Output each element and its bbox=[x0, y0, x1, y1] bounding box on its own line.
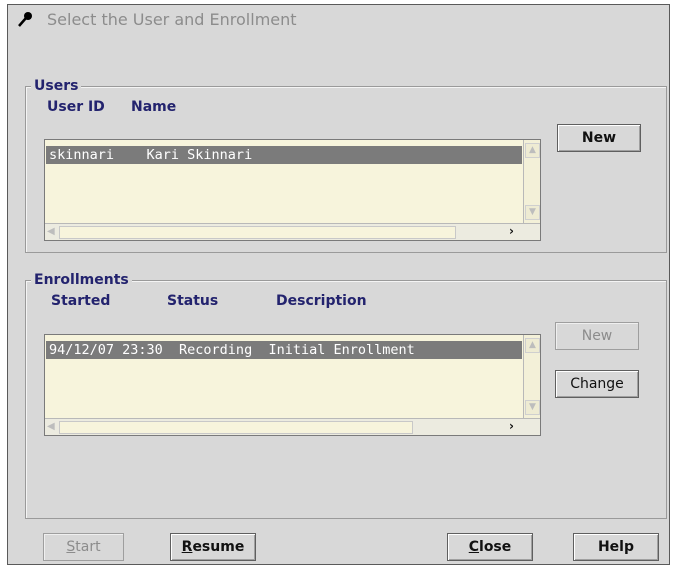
users-group: Users User ID Name skinnari Kari Skinnar… bbox=[25, 78, 667, 253]
window-title: Select the User and Enrollment bbox=[47, 10, 297, 29]
enrollments-scroll-thumb[interactable] bbox=[59, 421, 413, 434]
enrollments-horizontal-scrollbar[interactable]: ◀ › bbox=[45, 418, 540, 435]
users-scroll-thumb[interactable] bbox=[59, 226, 456, 239]
enrollments-listbox[interactable]: 94/12/07 23:30 Recording Initial Enrollm… bbox=[44, 334, 541, 436]
enrollments-legend: Enrollments bbox=[31, 272, 132, 288]
column-header-status: Status bbox=[167, 293, 219, 309]
enrollments-new-button[interactable]: New bbox=[555, 322, 639, 350]
dialog-window: Select the User and Enrollment Users Use… bbox=[7, 4, 670, 565]
arrow-left-icon[interactable]: ◀ bbox=[47, 225, 57, 238]
arrow-up-icon[interactable]: ▲ bbox=[525, 143, 540, 158]
help-button[interactable]: Help bbox=[573, 533, 659, 561]
enrollments-vertical-scrollbar[interactable]: ▲ ▼ bbox=[523, 335, 540, 418]
start-label: tart bbox=[75, 539, 101, 555]
column-header-description: Description bbox=[276, 293, 367, 309]
resume-mnemonic: R bbox=[181, 539, 193, 555]
arrow-down-icon[interactable]: ▼ bbox=[525, 400, 540, 415]
column-header-name: Name bbox=[131, 99, 177, 115]
users-horizontal-scrollbar[interactable]: ◀ › bbox=[45, 223, 540, 240]
start-mnemonic: S bbox=[66, 539, 76, 555]
arrow-up-icon[interactable]: ▲ bbox=[525, 338, 540, 353]
microphone-icon bbox=[18, 12, 32, 27]
resume-button[interactable]: Resume bbox=[170, 533, 256, 561]
resume-label: esume bbox=[192, 539, 245, 555]
enrollments-group: Enrollments Started Status Description 9… bbox=[25, 272, 667, 519]
close-button[interactable]: Close bbox=[447, 533, 533, 561]
arrow-left-icon[interactable]: ◀ bbox=[47, 420, 57, 433]
users-new-button[interactable]: New bbox=[557, 124, 641, 152]
users-legend: Users bbox=[31, 78, 82, 94]
close-label: lose bbox=[479, 539, 512, 555]
enrollments-list-item[interactable]: 94/12/07 23:30 Recording Initial Enrollm… bbox=[46, 341, 522, 359]
users-vertical-scrollbar[interactable]: ▲ ▼ bbox=[523, 140, 540, 223]
title-bar[interactable]: Select the User and Enrollment bbox=[8, 5, 669, 33]
users-new-label: New bbox=[581, 130, 617, 146]
help-label: Help bbox=[597, 539, 635, 555]
enrollments-change-label: Change bbox=[570, 376, 624, 392]
users-listbox[interactable]: skinnari Kari Skinnari ▲ ▼ ◀ › bbox=[44, 139, 541, 241]
column-header-user-id: User ID bbox=[47, 99, 105, 115]
users-list-item[interactable]: skinnari Kari Skinnari bbox=[46, 146, 522, 164]
column-header-started: Started bbox=[51, 293, 111, 309]
arrow-right-icon[interactable]: › bbox=[509, 225, 521, 238]
enrollments-new-label: New bbox=[581, 328, 613, 344]
arrow-right-icon[interactable]: › bbox=[509, 420, 521, 433]
close-mnemonic: C bbox=[468, 539, 480, 555]
start-button[interactable]: Start bbox=[43, 533, 124, 561]
arrow-down-icon[interactable]: ▼ bbox=[525, 205, 540, 220]
enrollments-change-button[interactable]: Change bbox=[555, 370, 639, 398]
